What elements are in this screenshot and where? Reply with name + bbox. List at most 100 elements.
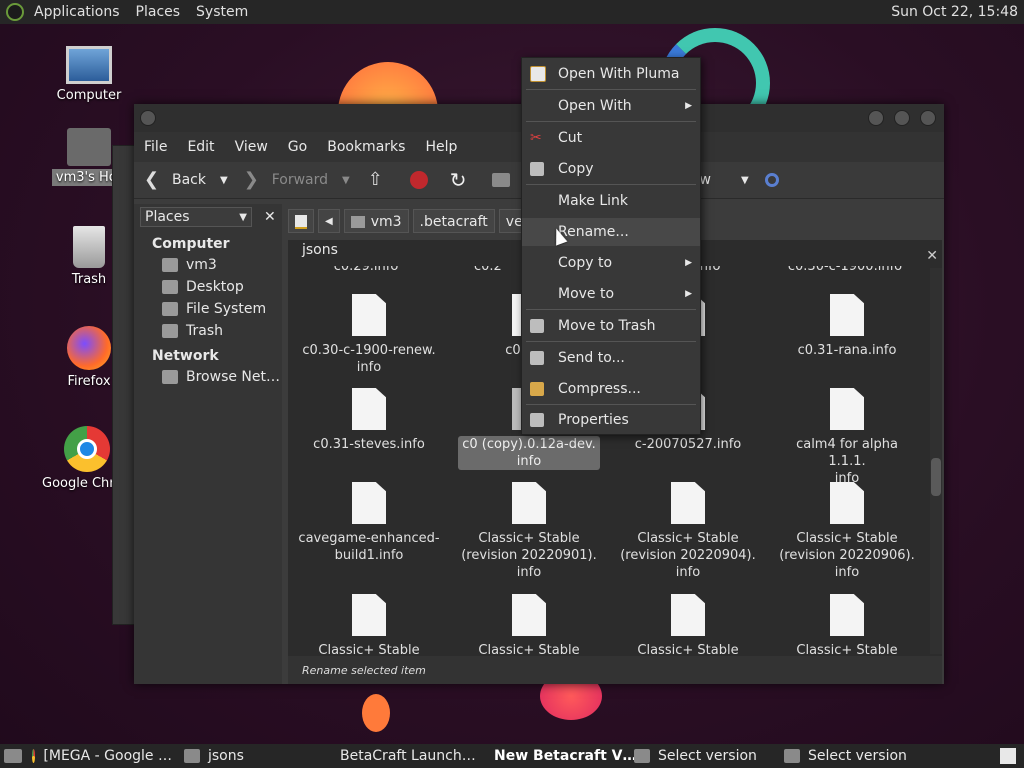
menu-view[interactable]: View bbox=[225, 139, 278, 155]
back-button[interactable]: ❮ Back ▼ bbox=[144, 170, 228, 190]
ctx-label: Properties bbox=[558, 412, 629, 428]
file-item[interactable]: c0.31-steves.info bbox=[294, 388, 444, 453]
chrome-icon bbox=[32, 749, 36, 763]
file-item[interactable]: Classic+ Stable (revision 20220901). inf… bbox=[454, 482, 604, 581]
ctx-make-link[interactable]: Make Link bbox=[522, 187, 700, 215]
forward-history-dropdown-icon[interactable]: ▼ bbox=[342, 175, 350, 186]
forward-label: Forward bbox=[271, 172, 329, 188]
ctx-cut[interactable]: ✂ Cut bbox=[522, 124, 700, 152]
close-icon[interactable]: ✕ bbox=[926, 248, 938, 264]
desktop-folder-icon bbox=[162, 280, 178, 294]
menu-separator bbox=[526, 309, 696, 310]
file-item[interactable]: c0.30-c-1900-renew. info bbox=[294, 294, 444, 376]
file-label: Classic+ Stable (revision 20220901). inf… bbox=[461, 531, 597, 580]
sidebar-section-computer: Computer bbox=[152, 236, 230, 252]
scissors-icon: ✂ bbox=[530, 130, 542, 146]
clock[interactable]: Sun Oct 22, 15:48 bbox=[891, 4, 1024, 20]
file-item[interactable]: calm4 for alpha 1.1.1. info bbox=[772, 388, 922, 487]
reload-button[interactable]: ↻ bbox=[450, 170, 478, 190]
file-item[interactable]: Classic+ Stable bbox=[454, 594, 604, 659]
menu-edit[interactable]: Edit bbox=[177, 139, 224, 155]
ctx-properties[interactable]: Properties bbox=[522, 406, 700, 434]
ctx-copy-to[interactable]: Copy to ▶ bbox=[522, 249, 700, 277]
vertical-scrollbar[interactable] bbox=[930, 268, 942, 654]
text-file-icon bbox=[671, 482, 705, 524]
stop-button[interactable] bbox=[409, 171, 436, 189]
drive-icon bbox=[162, 302, 178, 316]
ctx-send-to[interactable]: Send to... bbox=[522, 344, 700, 372]
ctx-open-with-pluma[interactable]: Open With Pluma bbox=[522, 60, 700, 88]
taskbar-item-mega[interactable]: [MEGA - Google … bbox=[26, 744, 178, 768]
applications-menu[interactable]: Applications bbox=[26, 4, 128, 20]
file-item[interactable]: c0.30-c-1900.info bbox=[770, 266, 920, 275]
sidebar-item-file-system[interactable]: File System bbox=[134, 298, 282, 320]
ctx-open-with[interactable]: Open With ▶ bbox=[522, 92, 700, 120]
ctx-move-to-trash[interactable]: Move to Trash bbox=[522, 312, 700, 340]
sidebar-item-label: Trash bbox=[186, 323, 223, 339]
maximize-button[interactable] bbox=[894, 110, 910, 126]
sidebar-close-icon[interactable]: ✕ bbox=[264, 209, 276, 225]
home-folder-icon bbox=[162, 258, 178, 272]
file-item[interactable]: Classic+ Stable bbox=[772, 594, 922, 659]
ctx-label: Copy bbox=[558, 161, 594, 177]
text-file-icon bbox=[352, 482, 386, 524]
reload-icon: ↻ bbox=[449, 168, 467, 192]
file-item[interactable]: Classic+ Stable (revision 20220904). inf… bbox=[613, 482, 763, 581]
show-desktop-icon bbox=[4, 749, 22, 763]
text-file-icon bbox=[830, 482, 864, 524]
taskbar-item-jsons[interactable]: jsons bbox=[178, 744, 326, 768]
sidebar-item-browse-network[interactable]: Browse Net… bbox=[134, 366, 282, 388]
file-item[interactable]: Classic+ Stable bbox=[294, 594, 444, 659]
ctx-rename[interactable]: Rename... bbox=[522, 218, 700, 246]
text-file-icon bbox=[830, 294, 864, 336]
sidebar-item-vm3[interactable]: vm3 bbox=[134, 254, 282, 276]
file-item[interactable]: cavegame-enhanced- build1.info bbox=[294, 482, 444, 564]
breadcrumb-scroll-left[interactable]: ◀ bbox=[318, 209, 340, 233]
scrollbar-thumb[interactable] bbox=[931, 458, 941, 496]
close-button[interactable] bbox=[920, 110, 936, 126]
toggle-location-button[interactable] bbox=[288, 209, 314, 233]
places-menu[interactable]: Places bbox=[128, 4, 189, 20]
file-label: c0 (copy).0.12a-dev. info bbox=[458, 436, 600, 470]
ctx-compress[interactable]: Compress... bbox=[522, 375, 700, 403]
taskbar-item-betacraft-launcher[interactable]: BetaCraft Launch… bbox=[326, 744, 480, 768]
file-item[interactable]: .info bbox=[692, 266, 752, 275]
file-item[interactable]: Classic+ Stable (revision 20220906). inf… bbox=[772, 482, 922, 581]
workspace-switcher[interactable] bbox=[994, 744, 1024, 768]
breadcrumb-betacraft[interactable]: .betacraft bbox=[412, 209, 495, 233]
sidebar-item-desktop[interactable]: Desktop bbox=[134, 276, 282, 298]
forward-button[interactable]: ❯ Forward ▼ bbox=[244, 170, 350, 190]
distro-logo-icon[interactable] bbox=[6, 3, 24, 21]
window-menu-button[interactable] bbox=[140, 110, 156, 126]
menu-go[interactable]: Go bbox=[278, 139, 317, 155]
menu-separator bbox=[526, 121, 696, 122]
file-item[interactable]: c0.29.info bbox=[291, 266, 441, 275]
desktop-icon-label: Computer bbox=[56, 88, 122, 103]
taskbar-item-select-version-1[interactable]: Select version bbox=[628, 744, 778, 768]
sidebar-item-trash[interactable]: Trash bbox=[134, 320, 282, 342]
system-menu[interactable]: System bbox=[188, 4, 256, 20]
ctx-copy[interactable]: Copy bbox=[522, 155, 700, 183]
desktop-icon-label: Google Chr bbox=[42, 476, 115, 491]
minimize-button[interactable] bbox=[868, 110, 884, 126]
ctx-move-to[interactable]: Move to ▶ bbox=[522, 280, 700, 308]
breadcrumb-vm3[interactable]: vm3 bbox=[343, 209, 409, 233]
file-item[interactable]: Classic+ Stable bbox=[613, 594, 763, 659]
file-item[interactable]: c0.31-rana.info bbox=[772, 294, 922, 359]
file-label: c0.2 bbox=[474, 266, 502, 274]
taskbar-item-select-version-2[interactable]: Select version bbox=[778, 744, 928, 768]
up-button[interactable]: ⇧ bbox=[368, 170, 396, 190]
menu-bookmarks[interactable]: Bookmarks bbox=[317, 139, 415, 155]
show-desktop-button[interactable] bbox=[0, 744, 26, 768]
menu-file[interactable]: File bbox=[134, 139, 177, 155]
ctx-label: Make Link bbox=[558, 193, 628, 209]
desktop-icon-computer[interactable]: Computer bbox=[44, 46, 134, 103]
taskbar-item-new-betacraft[interactable]: New Betacraft V… bbox=[480, 744, 636, 768]
home-button[interactable] bbox=[491, 173, 518, 187]
tab-jsons[interactable]: jsons bbox=[302, 242, 338, 258]
sidebar-places-combo[interactable]: Places ▼ bbox=[140, 207, 252, 227]
menu-help[interactable]: Help bbox=[415, 139, 467, 155]
file-label: Classic+ Stable (revision 20220904). inf… bbox=[620, 531, 756, 580]
search-button[interactable] bbox=[764, 173, 787, 187]
back-history-dropdown-icon[interactable]: ▼ bbox=[220, 175, 228, 186]
